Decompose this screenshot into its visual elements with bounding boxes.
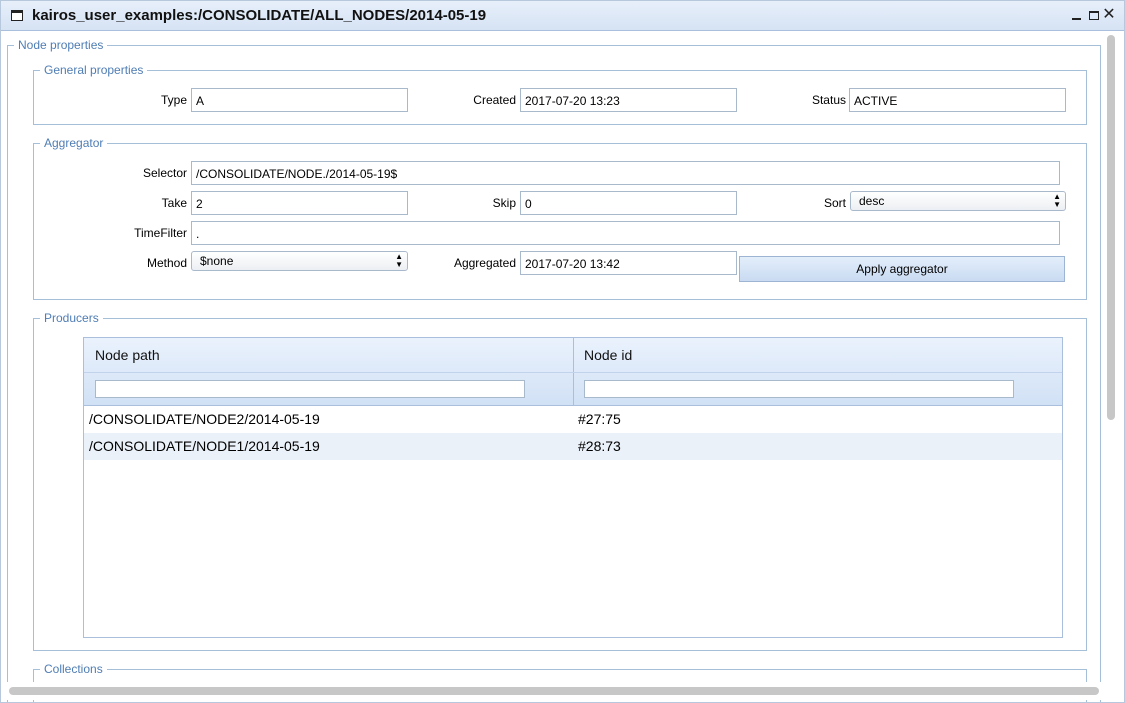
table-row[interactable]: /CONSOLIDATE/NODE1/2014-05-19 #28:73 — [84, 433, 1062, 460]
vertical-scrollbar[interactable] — [1103, 31, 1121, 681]
created-field[interactable]: 2017-07-20 13:23 — [520, 88, 737, 112]
skip-field[interactable]: 0 — [520, 191, 737, 215]
method-label: Method — [146, 256, 187, 270]
table-row[interactable]: /CONSOLIDATE/NODE2/2014-05-19 #27:75 — [84, 406, 1062, 433]
content-area: Node properties General properties Type … — [1, 31, 1124, 702]
producers-grid: Node path Node id /CONSOLIDATE/NODE2/201… — [83, 337, 1063, 638]
selector-field[interactable]: /CONSOLIDATE/NODE./2014-05-19$ — [191, 161, 1060, 185]
sort-select-value: desc — [859, 194, 885, 208]
column-header-node-id[interactable]: Node id — [584, 347, 632, 363]
title-bar[interactable]: kairos_user_examples:/CONSOLIDATE/ALL_NO… — [1, 1, 1124, 31]
status-field[interactable]: ACTIVE — [849, 88, 1066, 112]
timefilter-label: TimeFilter — [134, 226, 187, 240]
aggregator-legend: Aggregator — [40, 136, 108, 150]
type-field[interactable]: A — [191, 88, 408, 112]
grid-header: Node path Node id — [84, 338, 1062, 406]
type-label: Type — [160, 93, 187, 107]
collections-legend: Collections — [40, 662, 107, 676]
node-id-cell: #27:75 — [578, 411, 621, 427]
selector-label: Selector — [142, 166, 187, 180]
close-icon[interactable]: ✕ — [1102, 6, 1116, 24]
select-arrows-icon: ▲ ▼ — [395, 252, 403, 269]
method-select[interactable]: $none ▲ ▼ — [191, 251, 408, 271]
node-id-filter-input[interactable] — [584, 380, 1014, 398]
minimize-icon[interactable] — [1069, 6, 1083, 24]
created-label: Created — [473, 93, 516, 107]
horizontal-scroll-thumb[interactable] — [9, 687, 1099, 695]
sort-label: Sort — [823, 196, 846, 210]
take-field[interactable]: 2 — [191, 191, 408, 215]
header-divider — [84, 372, 1062, 373]
take-label: Take — [161, 196, 187, 210]
window-title: kairos_user_examples:/CONSOLIDATE/ALL_NO… — [32, 7, 487, 24]
app-window: kairos_user_examples:/CONSOLIDATE/ALL_NO… — [0, 0, 1125, 703]
skip-label: Skip — [492, 196, 516, 210]
select-arrows-icon: ▲ ▼ — [1053, 192, 1061, 209]
column-header-node-path[interactable]: Node path — [95, 347, 160, 363]
aggregated-label: Aggregated — [453, 256, 516, 270]
maximize-icon[interactable] — [1087, 6, 1101, 24]
apply-aggregator-button[interactable]: Apply aggregator — [739, 256, 1065, 282]
node-path-cell: /CONSOLIDATE/NODE1/2014-05-19 — [89, 438, 320, 454]
node-path-filter-input[interactable] — [95, 380, 525, 398]
horizontal-scrollbar[interactable] — [1, 682, 1103, 700]
node-id-cell: #28:73 — [578, 438, 621, 454]
producers-legend: Producers — [40, 311, 103, 325]
general-properties-legend: General properties — [40, 63, 148, 77]
node-properties-legend: Node properties — [14, 38, 108, 52]
sort-select[interactable]: desc ▲ ▼ — [850, 191, 1066, 211]
timefilter-field[interactable]: . — [191, 221, 1060, 245]
status-label: Status — [811, 93, 846, 107]
method-select-value: $none — [200, 254, 234, 268]
window-icon — [11, 10, 23, 21]
vertical-scroll-thumb[interactable] — [1107, 35, 1115, 420]
aggregated-field[interactable]: 2017-07-20 13:42 — [520, 251, 737, 275]
node-path-cell: /CONSOLIDATE/NODE2/2014-05-19 — [89, 411, 320, 427]
